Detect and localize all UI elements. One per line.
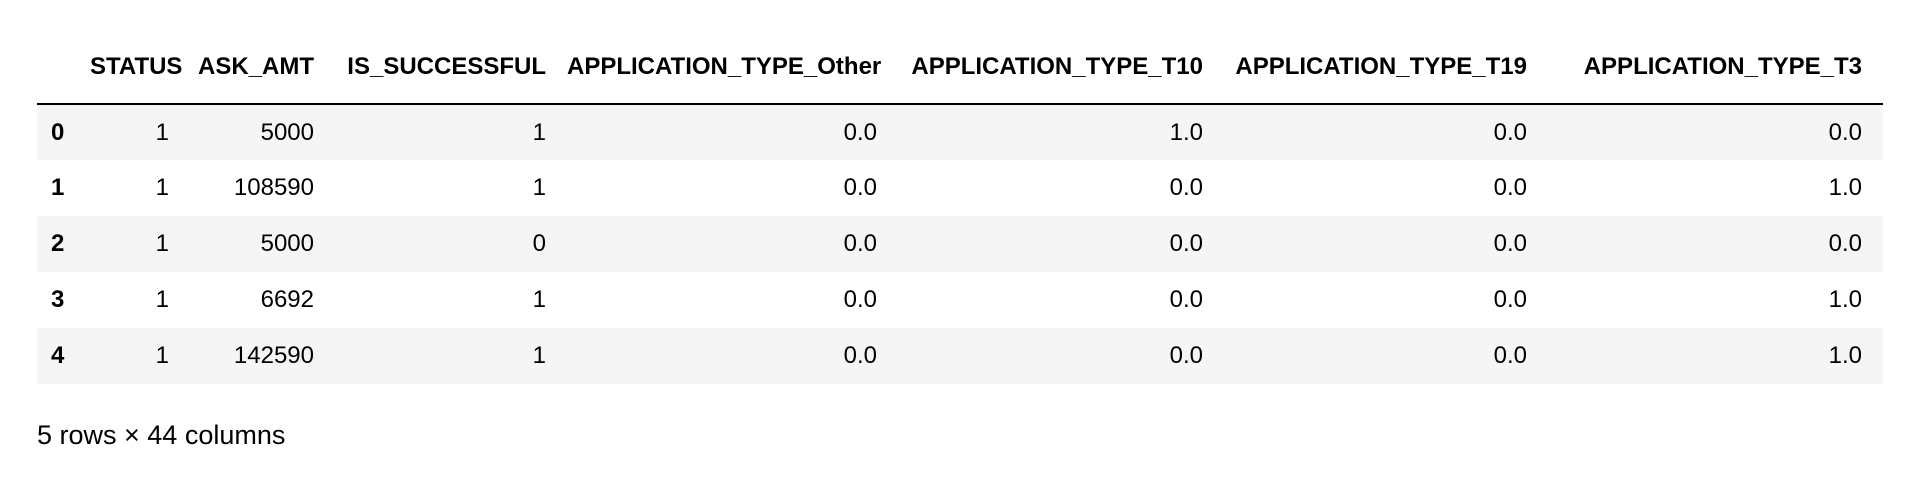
column-header-application-type-t3: APPLICATION_TYPE_T3 [1548, 30, 1883, 105]
table-row: 1 1 108590 1 0.0 0.0 0.0 1.0 [37, 160, 1883, 216]
column-header-application-type-other: APPLICATION_TYPE_Other [567, 30, 898, 105]
table-row: 0 1 5000 1 0.0 1.0 0.0 0.0 [37, 104, 1883, 160]
dataframe-table: STATUS ASK_AMT IS_SUCCESSFUL APPLICATION… [37, 30, 1883, 384]
cell-ask-amt: 5000 [260, 118, 314, 146]
cell-application-type-other: 0.0 [843, 286, 877, 313]
cell-is-successful: 1 [532, 286, 546, 313]
cell-ask-amt: 142590 [233, 342, 314, 369]
cell-application-type-t3: 1.0 [1828, 174, 1862, 201]
row-index: 4 [51, 342, 65, 369]
cell-is-successful: 1 [532, 118, 546, 146]
cell-status: 1 [155, 230, 169, 257]
cell-application-type-other: 0.0 [843, 230, 877, 257]
cell-application-type-other: 0.0 [843, 342, 877, 369]
cell-ask-amt: 108590 [233, 174, 314, 201]
cell-application-type-t10: 0.0 [1169, 342, 1203, 369]
cell-application-type-t19: 0.0 [1493, 342, 1527, 369]
cell-status: 1 [155, 286, 169, 313]
cell-status: 1 [155, 118, 169, 146]
column-header-status: STATUS [90, 30, 190, 105]
row-index: 1 [51, 174, 65, 201]
cell-is-successful: 1 [532, 342, 546, 369]
cell-application-type-t19: 0.0 [1493, 174, 1527, 201]
column-header-application-type-t19: APPLICATION_TYPE_T19 [1224, 30, 1548, 105]
cell-application-type-other: 0.0 [843, 174, 877, 201]
index-header [37, 30, 90, 105]
cell-application-type-t10: 0.0 [1169, 286, 1203, 313]
cell-application-type-t3: 0.0 [1828, 230, 1862, 257]
cell-is-successful: 0 [532, 230, 546, 257]
row-index: 0 [51, 118, 65, 146]
column-header-ask-amt: ASK_AMT [190, 30, 335, 105]
cell-application-type-t3: 1.0 [1828, 342, 1862, 369]
header-row: STATUS ASK_AMT IS_SUCCESSFUL APPLICATION… [37, 30, 1883, 105]
cell-is-successful: 1 [532, 174, 546, 201]
cell-application-type-t3: 1.0 [1828, 286, 1862, 313]
dataframe-output: STATUS ASK_AMT IS_SUCCESSFUL APPLICATION… [37, 30, 1883, 384]
cell-ask-amt: 6692 [260, 286, 314, 313]
cell-application-type-t3: 0.0 [1828, 118, 1862, 146]
cell-status: 1 [155, 174, 169, 201]
row-index: 3 [51, 286, 65, 313]
cell-application-type-t10: 1.0 [1169, 118, 1203, 146]
column-header-is-successful: IS_SUCCESSFUL [335, 30, 567, 105]
cell-ask-amt: 5000 [260, 230, 314, 257]
cell-application-type-t19: 0.0 [1493, 230, 1527, 257]
dataframe-shape-note: 5 rows × 44 columns [37, 420, 286, 450]
table-row: 2 1 5000 0 0.0 0.0 0.0 0.0 [37, 216, 1883, 272]
column-header-application-type-t10: APPLICATION_TYPE_T10 [898, 30, 1224, 105]
cell-application-type-t19: 0.0 [1493, 286, 1527, 313]
table-row: 4 1 142590 1 0.0 0.0 0.0 1.0 [37, 328, 1883, 384]
cell-application-type-t10: 0.0 [1169, 174, 1203, 201]
cell-application-type-other: 0.0 [843, 118, 877, 146]
table-header: STATUS ASK_AMT IS_SUCCESSFUL APPLICATION… [37, 30, 1883, 105]
cell-status: 1 [155, 342, 169, 369]
cell-application-type-t10: 0.0 [1169, 230, 1203, 257]
table-row: 3 1 6692 1 0.0 0.0 0.0 1.0 [37, 272, 1883, 328]
cell-application-type-t19: 0.0 [1493, 118, 1527, 146]
row-index: 2 [51, 230, 65, 257]
table-body: 0 1 5000 1 0.0 1.0 0.0 0.0 1 1 108590 1 … [37, 104, 1883, 384]
